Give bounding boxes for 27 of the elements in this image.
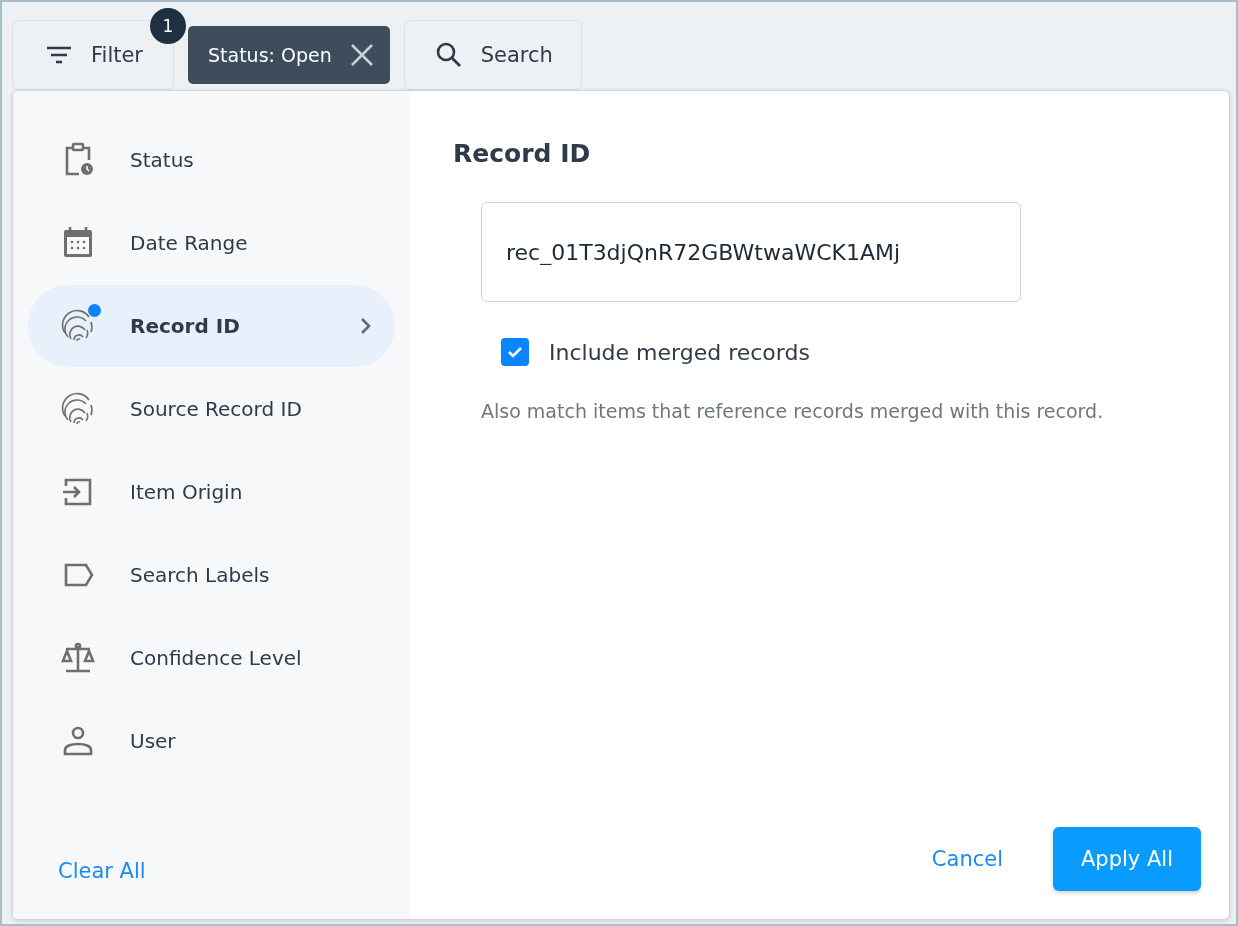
sidebar-item[interactable]: Record ID [28, 285, 395, 367]
checkbox-label: Include merged records [549, 339, 810, 365]
chevron-icon [359, 316, 373, 336]
sidebar-item[interactable]: Source Record ID [28, 368, 395, 450]
help-text: Also match items that reference records merged with this record. [481, 400, 1105, 422]
item-label: Status [130, 148, 195, 172]
sidebar-item[interactable]: Search Labels [28, 534, 395, 616]
item-label: User [130, 729, 177, 753]
item-label: Source Record ID [130, 397, 303, 421]
search-button[interactable]: Search [403, 20, 582, 90]
count-badge: 1 [150, 8, 186, 44]
item-label: Search Labels [130, 563, 271, 587]
sidebar-item[interactable]: Confidence Level [28, 617, 395, 699]
sidebar-item[interactable]: User [28, 700, 395, 782]
item-label: Record ID [130, 314, 241, 338]
close-icon [349, 43, 374, 67]
section-title: Record ID [453, 139, 592, 168]
search-icon [434, 41, 463, 69]
sidebar-item[interactable]: Date Range [28, 202, 395, 284]
item-label: Item Origin [130, 480, 244, 504]
sidebar-item[interactable]: Item Origin [28, 451, 395, 533]
filter-chip[interactable]: Status: Open [188, 26, 390, 84]
sidebar-item[interactable]: Status [28, 119, 395, 201]
checkbox[interactable] [501, 338, 529, 366]
item-label: Date Range [130, 231, 249, 255]
item-label: Confidence Level [130, 646, 303, 670]
record-id-field[interactable]: rec_01T3djQnR72GBWtwaWCK1AMj [481, 202, 1021, 302]
